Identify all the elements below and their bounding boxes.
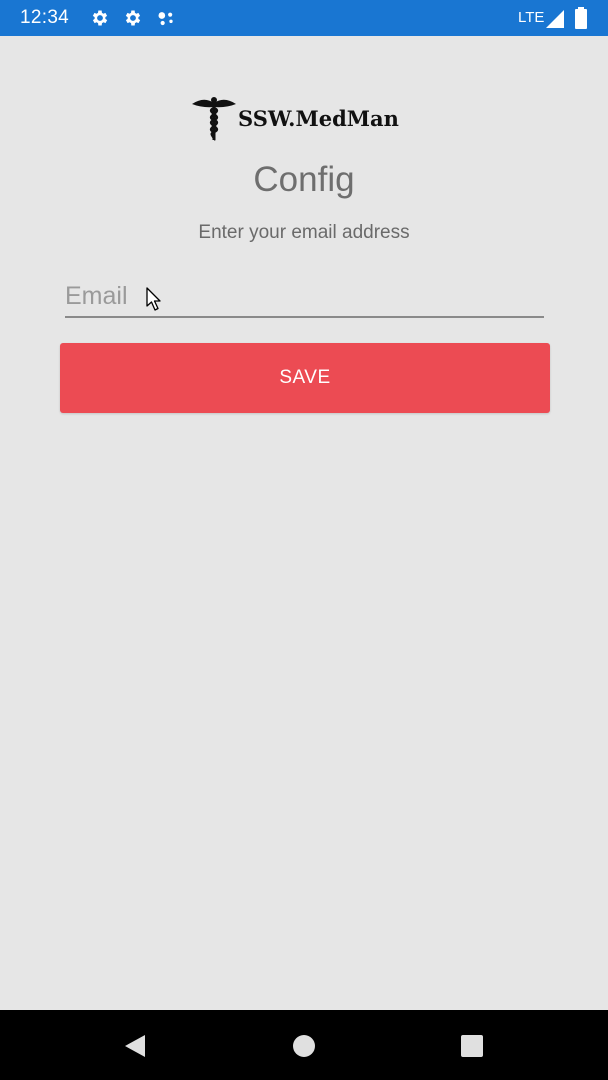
back-icon[interactable]: [121, 1032, 149, 1060]
email-field[interactable]: [65, 278, 544, 318]
settings-icon: [125, 10, 141, 26]
network-type: LTE: [518, 9, 545, 26]
save-button[interactable]: SAVE: [60, 343, 550, 413]
status-bar: 12:34 LTE: [0, 0, 608, 36]
page-title: Config: [253, 160, 355, 199]
assistant-dots-icon: [158, 12, 173, 26]
battery-icon: [575, 7, 587, 29]
logo-text: SSW.MedMan: [238, 106, 399, 131]
signal-icon: [546, 10, 564, 28]
mouse-cursor-icon: [146, 287, 161, 311]
recents-icon[interactable]: [458, 1032, 486, 1060]
navigation-bar: [0, 1010, 608, 1080]
status-time: 12:34: [20, 7, 70, 28]
page-subtitle: Enter your email address: [198, 222, 410, 243]
settings-icon: [92, 10, 108, 26]
caduceus-icon: [192, 97, 236, 141]
app-logo: SSW.MedMan: [190, 96, 420, 142]
config-screen: SSW.MedMan Config Enter your email addre…: [0, 36, 608, 1010]
home-icon[interactable]: [290, 1032, 318, 1060]
